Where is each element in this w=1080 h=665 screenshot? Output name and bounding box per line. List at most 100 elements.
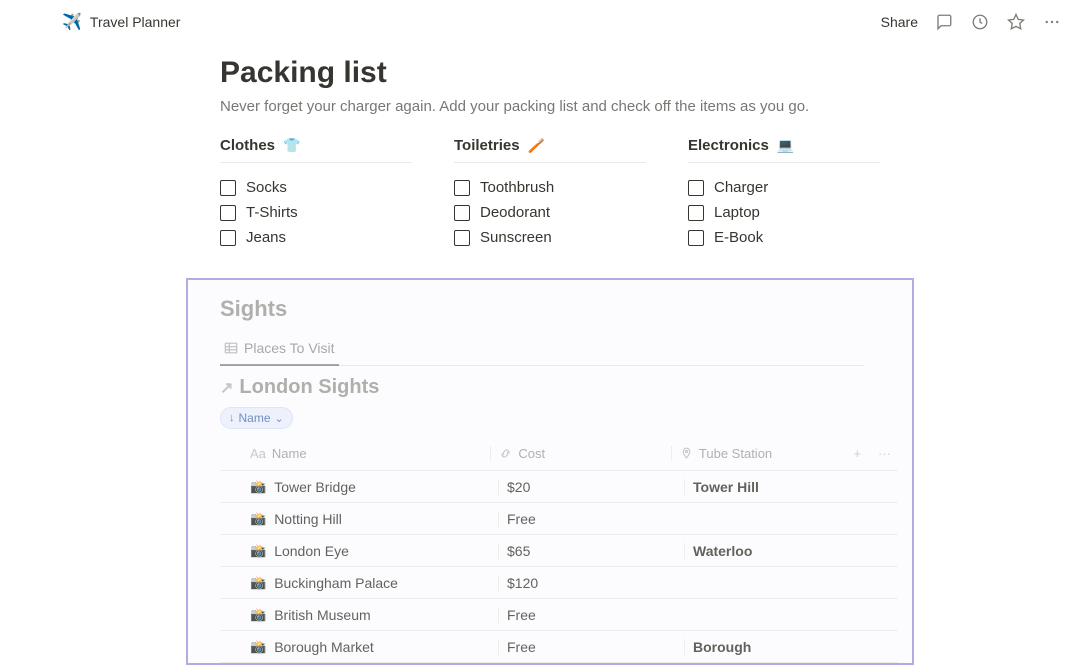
checkbox[interactable] <box>454 205 470 221</box>
column-header-name[interactable]: Aa Name <box>220 446 490 461</box>
table-header: Aa Name Cost Tube Station + ··· <box>220 437 898 471</box>
todo-label: Toothbrush <box>480 179 554 196</box>
topbar-actions: Share <box>881 12 1062 32</box>
todo-label: T-Shirts <box>246 204 298 221</box>
table-row[interactable]: 📸 Tower Bridge $20 Tower Hill <box>220 471 898 503</box>
todo-item[interactable]: Sunscreen <box>454 225 646 250</box>
column-title-text: Clothes <box>220 137 275 154</box>
sort-pill[interactable]: ↓ Name ⌄ <box>220 407 293 429</box>
checkbox[interactable] <box>220 180 236 196</box>
breadcrumb[interactable]: ✈️ Travel Planner <box>62 12 180 32</box>
todo-label: E-Book <box>714 229 763 246</box>
page-title-small: Travel Planner <box>90 14 181 30</box>
more-icon[interactable] <box>1042 12 1062 32</box>
text-icon: Aa <box>250 446 266 461</box>
checkbox[interactable] <box>220 205 236 221</box>
table-row[interactable]: 📸 Borough Market Free Borough <box>220 631 898 663</box>
column-header-label: Name <box>272 446 307 461</box>
todo-item[interactable]: Toothbrush <box>454 175 646 200</box>
todo-item[interactable]: Laptop <box>688 200 880 225</box>
column-more-button[interactable]: ··· <box>871 446 898 461</box>
sort-label: Name <box>239 411 271 425</box>
cell-cost: $20 <box>498 479 684 495</box>
pin-icon <box>680 447 693 460</box>
column-header-label: Cost <box>518 446 545 461</box>
sights-block: Sights Places To Visit ↗ London Sights ↓… <box>186 278 914 665</box>
column-title-text: Electronics <box>688 137 769 154</box>
view-tabs: Places To Visit <box>220 334 864 366</box>
camera-icon: 📸 <box>250 639 266 655</box>
clock-icon[interactable] <box>970 12 990 32</box>
packing-columns: Clothes 👕 Socks T-Shirts Jeans Toiletrie… <box>220 137 1080 250</box>
todo-item[interactable]: T-Shirts <box>220 200 412 225</box>
cell-tube: Tower Hill <box>684 479 862 495</box>
cell-name: Buckingham Palace <box>274 575 398 591</box>
column-electronics: Electronics 💻 Charger Laptop E-Book <box>688 137 880 250</box>
link-icon <box>499 447 512 460</box>
table-icon <box>224 341 238 355</box>
column-header-cost[interactable]: Cost <box>490 446 671 461</box>
todo-item[interactable]: Charger <box>688 175 880 200</box>
todo-label: Charger <box>714 179 768 196</box>
camera-icon: 📸 <box>250 607 266 623</box>
column-title-text: Toiletries <box>454 137 520 154</box>
column-title: Toiletries 🪥 <box>454 137 646 163</box>
packing-heading: Packing list <box>220 56 1080 90</box>
checkbox[interactable] <box>220 230 236 246</box>
checkbox[interactable] <box>454 230 470 246</box>
star-icon[interactable] <box>1006 12 1026 32</box>
column-header-label: Tube Station <box>699 446 772 461</box>
share-button[interactable]: Share <box>881 14 918 30</box>
laptop-icon: 💻 <box>777 137 794 154</box>
column-title: Electronics 💻 <box>688 137 880 163</box>
cell-tube: Borough <box>684 639 862 655</box>
chevron-down-icon: ⌄ <box>275 412 284 425</box>
camera-icon: 📸 <box>250 575 266 591</box>
todo-item[interactable]: Jeans <box>220 225 412 250</box>
cell-cost: Free <box>498 639 684 655</box>
camera-icon: 📸 <box>250 511 266 527</box>
table-row[interactable]: 📸London Eye $65 Waterloo <box>220 535 898 567</box>
tab-places-to-visit[interactable]: Places To Visit <box>220 334 339 366</box>
cell-name: Tower Bridge <box>274 479 356 495</box>
table-row[interactable]: 📸Notting Hill Free <box>220 503 898 535</box>
column-toiletries: Toiletries 🪥 Toothbrush Deodorant Sunscr… <box>454 137 646 250</box>
cell-name: Borough Market <box>274 639 374 655</box>
arrow-down-icon: ↓ <box>229 412 235 424</box>
cell-name: Notting Hill <box>274 511 342 527</box>
tab-label: Places To Visit <box>244 340 335 356</box>
table-row[interactable]: 📸British Museum Free <box>220 599 898 631</box>
column-header-tube[interactable]: Tube Station <box>671 446 844 461</box>
comments-icon[interactable] <box>934 12 954 32</box>
database-title[interactable]: ↗ London Sights <box>220 376 912 399</box>
todo-label: Jeans <box>246 229 286 246</box>
todo-item[interactable]: Socks <box>220 175 412 200</box>
todo-item[interactable]: E-Book <box>688 225 880 250</box>
cell-name: London Eye <box>274 543 349 559</box>
todo-item[interactable]: Deodorant <box>454 200 646 225</box>
todo-label: Deodorant <box>480 204 550 221</box>
camera-icon: 📸 <box>250 543 266 559</box>
open-arrow-icon: ↗ <box>220 378 233 398</box>
column-clothes: Clothes 👕 Socks T-Shirts Jeans <box>220 137 412 250</box>
sights-heading: Sights <box>220 296 912 322</box>
airplane-icon: ✈️ <box>62 12 82 32</box>
todo-label: Laptop <box>714 204 760 221</box>
checkbox[interactable] <box>454 180 470 196</box>
toothbrush-icon: 🪥 <box>528 137 545 154</box>
checkbox[interactable] <box>688 180 704 196</box>
column-title: Clothes 👕 <box>220 137 412 163</box>
sights-table: Aa Name Cost Tube Station + ··· 📸 Tower B… <box>220 437 898 663</box>
page-content: Packing list Never forget your charger a… <box>0 44 1080 665</box>
packing-subheading: Never forget your charger again. Add you… <box>220 98 860 115</box>
add-column-button[interactable]: + <box>844 446 871 461</box>
cell-tube: Waterloo <box>684 543 862 559</box>
cell-name: British Museum <box>274 607 370 623</box>
checkbox[interactable] <box>688 205 704 221</box>
camera-icon: 📸 <box>250 479 266 495</box>
todo-label: Sunscreen <box>480 229 552 246</box>
database-title-text: London Sights <box>239 376 379 399</box>
cell-cost: $120 <box>498 575 684 591</box>
checkbox[interactable] <box>688 230 704 246</box>
table-row[interactable]: 📸 Buckingham Palace $120 <box>220 567 898 599</box>
